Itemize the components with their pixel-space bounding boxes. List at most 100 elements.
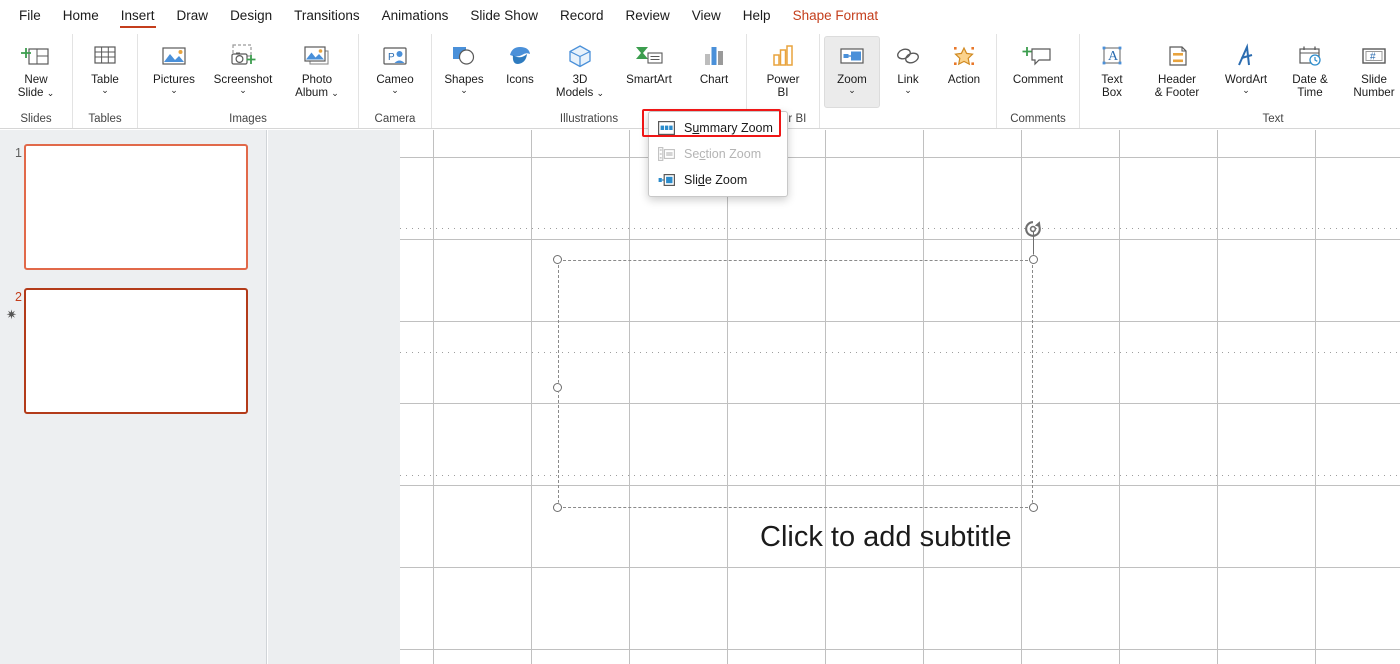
wordart-button[interactable]: WordArt ⌄ (1214, 36, 1278, 108)
tab-home[interactable]: Home (52, 4, 110, 30)
cameo-icon: P (380, 40, 410, 72)
tab-review[interactable]: Review (615, 4, 681, 30)
photo-album-label: Photo Album ⌄ (295, 73, 339, 99)
shapes-button[interactable]: Shapes ⌄ (436, 36, 492, 108)
slide-editor-area[interactable]: Click to add subtitle (268, 130, 1400, 664)
chart-icon (699, 40, 729, 72)
photo-album-button[interactable]: Photo Album ⌄ (280, 36, 354, 108)
tab-slide-show[interactable]: Slide Show (459, 4, 549, 30)
tab-file[interactable]: File (8, 4, 52, 30)
icons-button[interactable]: Icons (492, 36, 548, 108)
resize-handle-bottom-left[interactable] (553, 503, 562, 512)
rotate-handle[interactable] (1022, 218, 1044, 240)
icons-label: Icons (506, 73, 534, 86)
power-bi-button[interactable]: Power BI (751, 36, 815, 108)
resize-handle-top-right[interactable] (1029, 255, 1038, 264)
svg-text:#: # (1370, 52, 1376, 63)
ribbon-tab-bar: File Home Insert Draw Design Transitions… (0, 0, 1400, 34)
screenshot-button[interactable]: Screenshot ⌄ (206, 36, 280, 108)
chevron-down-icon[interactable]: ⌄ (460, 86, 468, 95)
action-icon (949, 40, 979, 72)
tab-transitions[interactable]: Transitions (283, 4, 371, 30)
group-label-camera: Camera (374, 113, 416, 125)
header-footer-icon (1162, 40, 1192, 72)
slide-number-1: 1 (15, 146, 22, 160)
group-label-images: Images (229, 113, 267, 125)
photo-album-icon (301, 40, 333, 72)
chevron-down-icon[interactable]: ⌄ (904, 86, 912, 95)
menu-item-section-zoom[interactable]: Section Zoom (649, 141, 787, 167)
shapes-icon (449, 40, 479, 72)
new-slide-label: New Slide ⌄ (17, 73, 55, 99)
chart-label: Chart (699, 73, 729, 86)
text-box-icon: A (1097, 40, 1127, 72)
chart-button[interactable]: Chart (686, 36, 742, 108)
zoom-button[interactable]: Zoom ⌄ (824, 36, 880, 108)
menu-item-slide-zoom-label: Slide Zoom (684, 173, 748, 187)
group-label-links (824, 110, 992, 128)
link-button[interactable]: Link ⌄ (880, 36, 936, 108)
zoom-dropdown-menu: Summary Zoom Section Zoom Slide Zoom (642, 109, 788, 197)
header-footer-label: Header & Footer (1154, 73, 1200, 99)
table-icon (91, 40, 119, 72)
slide-number-label: Slide Number (1353, 73, 1395, 99)
3d-models-label: 3D Models ⌄ (555, 73, 605, 99)
tab-animations[interactable]: Animations (371, 4, 460, 30)
slide-zoom-icon (657, 172, 675, 188)
date-time-icon (1295, 40, 1325, 72)
section-zoom-icon (657, 146, 675, 162)
header-footer-button[interactable]: Header & Footer (1140, 36, 1214, 108)
tab-shape-format[interactable]: Shape Format (782, 4, 890, 30)
table-button[interactable]: Table ⌄ (77, 36, 133, 108)
action-button[interactable]: Action (936, 36, 992, 108)
group-label-comments: Comments (1010, 113, 1066, 125)
cameo-button[interactable]: P Cameo ⌄ (363, 36, 427, 108)
smartart-button[interactable]: SmartArt (612, 36, 686, 108)
resize-handle-middle-left[interactable] (553, 383, 562, 392)
date-time-button[interactable]: Date & Time (1278, 36, 1342, 108)
chevron-down-icon[interactable]: ⌄ (1242, 86, 1250, 95)
link-icon (893, 40, 923, 72)
slide-number-icon: # (1359, 40, 1389, 72)
zoom-icon (837, 40, 867, 72)
tab-view[interactable]: View (681, 4, 732, 30)
new-slide-icon (21, 40, 51, 72)
slide-canvas[interactable]: Click to add subtitle (400, 130, 1400, 664)
menu-item-slide-zoom[interactable]: Slide Zoom (649, 167, 787, 193)
tab-insert[interactable]: Insert (110, 4, 166, 30)
slide-thumbnail-2[interactable]: 2 ✷ (0, 288, 267, 414)
tab-help[interactable]: Help (732, 4, 782, 30)
slide-thumbnail-1[interactable]: 1 (0, 144, 267, 270)
chevron-down-icon[interactable]: ⌄ (170, 86, 178, 95)
tab-draw[interactable]: Draw (166, 4, 220, 30)
comment-button[interactable]: Comment (1001, 36, 1075, 108)
resize-handle-top-left[interactable] (553, 255, 562, 264)
pictures-button[interactable]: Pictures ⌄ (142, 36, 206, 108)
ribbon-group-tables: Table ⌄ Tables (72, 34, 137, 128)
ribbon-group-slides: New Slide ⌄ Slides (0, 34, 72, 128)
tab-design[interactable]: Design (219, 4, 283, 30)
menu-item-section-zoom-label: Section Zoom (684, 147, 762, 161)
menu-item-summary-zoom[interactable]: Summary Zoom (642, 109, 787, 141)
slide-thumbnail-1-canvas[interactable] (24, 144, 248, 270)
resize-handle-bottom-right[interactable] (1029, 503, 1038, 512)
chevron-down-icon[interactable]: ⌄ (239, 86, 247, 95)
animation-star-icon: ✷ (6, 307, 17, 322)
chevron-down-icon[interactable]: ⌄ (101, 86, 109, 95)
chevron-down-icon[interactable]: ⌄ (391, 86, 399, 95)
new-slide-button[interactable]: New Slide ⌄ (4, 36, 68, 108)
ribbon-group-comments: Comment Comments (996, 34, 1079, 128)
text-box-button[interactable]: A Text Box (1084, 36, 1140, 108)
selected-placeholder[interactable] (553, 221, 1041, 512)
chevron-down-icon[interactable]: ⌄ (848, 86, 856, 95)
svg-text:A: A (1108, 49, 1119, 64)
slide-number-button[interactable]: # Slide Number (1342, 36, 1400, 108)
slide-thumbnail-2-canvas[interactable] (24, 288, 248, 414)
ribbon-group-images: Pictures ⌄ Screenshot ⌄ Photo Album ⌄ Im… (137, 34, 358, 128)
3d-models-button[interactable]: 3D Models ⌄ (548, 36, 612, 108)
slide-thumbnail-panel[interactable]: 1 2 ✷ (0, 130, 267, 664)
power-bi-icon (768, 40, 798, 72)
comment-icon (1022, 40, 1054, 72)
tab-record[interactable]: Record (549, 4, 615, 30)
subtitle-placeholder-text[interactable]: Click to add subtitle (760, 520, 1320, 554)
